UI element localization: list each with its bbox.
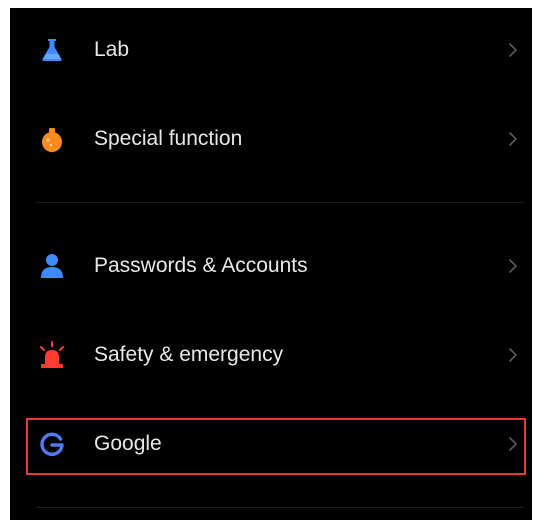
- settings-screen: Lab Special function Passwords & Account…: [10, 8, 532, 520]
- settings-item-lab[interactable]: Lab: [10, 20, 532, 80]
- person-icon: [41, 254, 63, 278]
- section-divider: [36, 202, 524, 203]
- settings-item-passwords-accounts[interactable]: Passwords & Accounts: [10, 236, 532, 296]
- settings-item-label: Safety & emergency: [94, 343, 284, 366]
- potion-icon: [42, 128, 62, 152]
- chevron-right-icon: [509, 132, 518, 146]
- section-divider: [36, 507, 524, 508]
- chevron-right-icon: [509, 437, 518, 451]
- settings-item-label: Passwords & Accounts: [94, 254, 308, 277]
- chevron-right-icon: [509, 43, 518, 57]
- settings-item-special-function[interactable]: Special function: [10, 109, 532, 169]
- settings-item-label: Special function: [94, 127, 243, 150]
- settings-item-label: Google: [94, 432, 162, 455]
- chevron-right-icon: [509, 259, 518, 273]
- settings-item-safety-emergency[interactable]: Safety & emergency: [10, 325, 532, 385]
- alarm-light-icon: [40, 341, 64, 368]
- settings-item-google[interactable]: Google: [10, 414, 532, 474]
- flask-icon: [42, 39, 62, 61]
- chevron-right-icon: [509, 348, 518, 362]
- settings-item-label: Lab: [94, 38, 130, 61]
- google-g-icon: [40, 432, 64, 456]
